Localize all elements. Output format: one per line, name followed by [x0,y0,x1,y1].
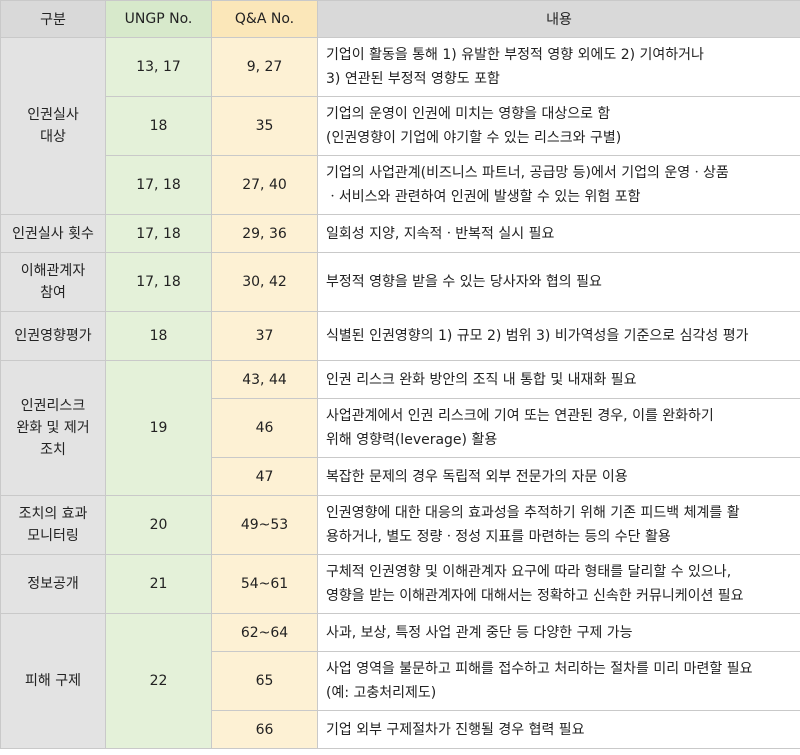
category-cell: 조치의 효과 모니터링 [0,495,106,555]
ungp-cell: 18 [105,311,212,361]
header-row: 구분 UNGP No. Q&A No. 내용 [0,0,800,38]
ungp-cell: 17, 18 [105,155,212,215]
header-category: 구분 [0,0,106,38]
content-cell: 기업이 활동을 통해 1) 유발한 부정적 영향 외에도 2) 기여하거나 3) … [317,37,800,97]
category-cell: 피해 구제 [0,613,106,749]
table-row: 인권실사 대상 13, 17 9, 27 기업이 활동을 통해 1) 유발한 부정… [0,37,800,215]
ungp-cell: 22 [105,613,212,749]
category-cell: 인권실사 대상 [0,37,106,215]
ungp-cell: 18 [105,96,212,156]
content-cell: 사업관계에서 인권 리스크에 기여 또는 연관된 경우, 이를 완화하기 위해 영… [317,398,800,458]
qa-cell: 9, 27 [211,37,318,97]
content-cell: 기업의 운영이 인권에 미치는 영향을 대상으로 함 (인권영향이 기업에 야기할… [317,96,800,156]
ungp-cell: 20 [105,495,212,555]
content-cell: 부정적 영향을 받을 수 있는 당사자와 협의 필요 [317,252,800,312]
ungp-cell: 17, 18 [105,214,212,253]
qa-cell: 47 [211,457,318,496]
qa-cell: 46 [211,398,318,458]
qa-cell: 54~61 [211,554,318,614]
ungp-cell: 21 [105,554,212,614]
qa-cell: 35 [211,96,318,156]
header-qa: Q&A No. [211,0,318,38]
content-cell: 사업 영역을 불문하고 피해를 접수하고 처리하는 절차를 미리 마련할 필요(… [317,651,800,711]
table-row: 인권영향평가 18 37 식별된 인권영향의 1) 규모 2) 범위 3) 비가… [0,311,800,361]
content-cell: 기업 외부 구제절차가 진행될 경우 협력 필요 [317,710,800,749]
content-cell: 구체적 인권영향 및 이해관계자 요구에 따라 형태를 달리할 수 있으나, 영향… [317,554,800,614]
content-cell: 기업의 사업관계(비즈니스 파트너, 공급망 등)에서 기업의 운영ㆍ상품 ㆍ서비… [317,155,800,215]
table-row: 피해 구제 22 62~64 사과, 보상, 특정 사업 관계 중단 등 다양한… [0,613,800,749]
qa-cell: 30, 42 [211,252,318,312]
category-cell: 인권실사 횟수 [0,214,106,253]
qa-cell: 37 [211,311,318,361]
ungp-cell: 17, 18 [105,252,212,312]
category-cell: 이해관계자 참여 [0,252,106,312]
content-cell: 식별된 인권영향의 1) 규모 2) 범위 3) 비가역성을 기준으로 심각성 … [317,311,800,361]
category-cell: 정보공개 [0,554,106,614]
table-row: 인권실사 횟수 17, 18 29, 36 일회성 지양, 지속적ㆍ반복적 실시… [0,214,800,253]
qa-cell: 62~64 [211,613,318,652]
table-row: 인권리스크 완화 및 제거 조치 19 43, 44 인권 리스크 완화 방안의 조… [0,360,800,496]
ungp-cell: 13, 17 [105,37,212,97]
header-content: 내용 [317,0,800,38]
table-row: 정보공개 21 54~61 구체적 인권영향 및 이해관계자 요구에 따라 형태… [0,554,800,614]
content-cell: 복잡한 문제의 경우 독립적 외부 전문가의 자문 이용 [317,457,800,496]
header-ungp: UNGP No. [105,0,212,38]
content-cell: 일회성 지양, 지속적ㆍ반복적 실시 필요 [317,214,800,253]
content-cell: 인권영향에 대한 대응의 효과성을 추적하기 위해 기존 피드백 체계를 활 용하… [317,495,800,555]
content-cell: 사과, 보상, 특정 사업 관계 중단 등 다양한 구제 가능 [317,613,800,652]
qa-cell: 27, 40 [211,155,318,215]
table-row: 18 35 기업의 운영이 인권에 미치는 영향을 대상으로 함 (인권영향이 기… [1,96,800,156]
qa-cell: 29, 36 [211,214,318,253]
table-row: 이해관계자 참여 17, 18 30, 42 부정적 영향을 받을 수 있는 당사… [0,252,800,312]
content-cell: 인권 리스크 완화 방안의 조직 내 통합 및 내재화 필요 [317,360,800,399]
table-row: 17, 18 27, 40 기업의 사업관계(비즈니스 파트너, 공급망 등)에… [1,155,800,215]
qa-cell: 43, 44 [211,360,318,399]
ungp-cell: 19 [105,360,212,496]
category-cell: 인권영향평가 [0,311,106,361]
qa-cell: 49~53 [211,495,318,555]
qa-cell: 66 [211,710,318,749]
category-cell: 인권리스크 완화 및 제거 조치 [0,360,106,496]
due-diligence-table: 구분 UNGP No. Q&A No. 내용 인권실사 대상 13, 17 9, … [0,0,800,749]
qa-cell: 65 [211,651,318,711]
table-row: 조치의 효과 모니터링 20 49~53 인권영향에 대한 대응의 효과성을 추적… [0,495,800,555]
